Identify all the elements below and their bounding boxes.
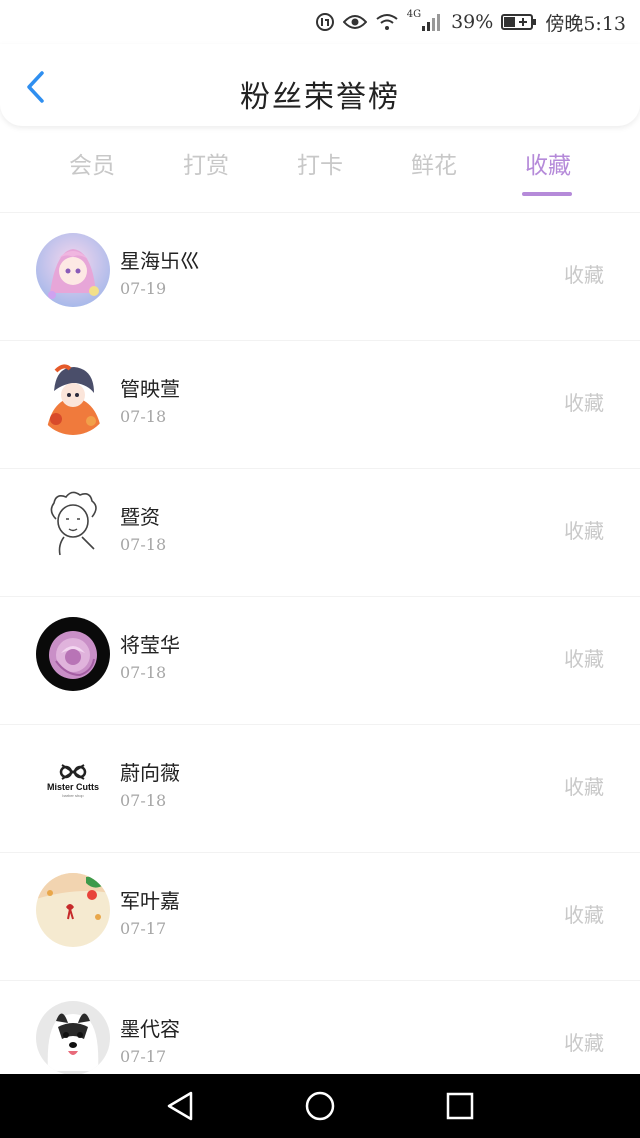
- category-tabs: 会员 打赏 打卡 鲜花 收藏: [0, 140, 640, 200]
- square-recents-icon: [446, 1092, 474, 1120]
- top-app-bar: 粉丝荣誉榜: [0, 44, 640, 126]
- list-item[interactable]: 将莹华 07-18 收藏: [0, 596, 640, 724]
- fan-date: 07-19: [120, 279, 167, 298]
- active-tab-indicator: [522, 192, 572, 196]
- avatar: [36, 873, 110, 947]
- fan-date: 07-18: [120, 535, 167, 554]
- circle-home-icon: [305, 1091, 335, 1121]
- wifi-icon: [375, 13, 399, 31]
- tab-checkin[interactable]: 打卡: [270, 146, 370, 180]
- clock-time: 傍晚5:13: [545, 12, 626, 35]
- tab-member[interactable]: 会员: [42, 146, 142, 180]
- list-item[interactable]: 管映萱 07-18 收藏: [0, 340, 640, 468]
- list-item[interactable]: Mister Cutts barber shop 蔚向薇 07-18 收藏: [0, 724, 640, 852]
- favorite-action[interactable]: 收藏: [564, 259, 604, 288]
- fan-name: 暨资: [120, 505, 160, 529]
- avatar: Mister Cutts barber shop: [36, 745, 110, 819]
- avatar: [36, 617, 110, 691]
- triangle-back-icon: [167, 1091, 193, 1121]
- fan-date: 07-17: [120, 1047, 167, 1066]
- battery-percent: 39%: [451, 11, 494, 33]
- fan-date: 07-18: [120, 663, 167, 682]
- avatar: [36, 361, 110, 435]
- nav-recents-button[interactable]: [436, 1082, 484, 1130]
- favorite-action[interactable]: 收藏: [564, 1027, 604, 1056]
- nav-home-button[interactable]: [296, 1082, 344, 1130]
- tab-favorites-label: 收藏: [525, 153, 571, 179]
- fan-name: 军叶嘉: [120, 889, 180, 913]
- page-title: 粉丝荣誉榜: [240, 80, 400, 115]
- avatar: [36, 233, 110, 307]
- favorite-action[interactable]: 收藏: [564, 643, 604, 672]
- fan-date: 07-18: [120, 791, 167, 810]
- fan-name: 蔚向薇: [120, 761, 180, 785]
- battery-icon: [501, 13, 537, 31]
- favorite-action[interactable]: 收藏: [564, 771, 604, 800]
- tab-reward[interactable]: 打赏: [156, 146, 256, 180]
- list-item[interactable]: 军叶嘉 07-17 收藏: [0, 852, 640, 980]
- eye-icon: [342, 13, 367, 31]
- fan-name: 将莹华: [120, 633, 180, 657]
- tab-favorites[interactable]: 收藏: [498, 146, 598, 196]
- avatar: [36, 1001, 110, 1075]
- signal-icon: 4G: [406, 8, 443, 32]
- fan-date: 07-17: [120, 919, 167, 938]
- favorite-action[interactable]: 收藏: [564, 515, 604, 544]
- nav-back-button[interactable]: [156, 1082, 204, 1130]
- fan-date: 07-18: [120, 407, 167, 426]
- tab-flowers[interactable]: 鲜花: [384, 146, 484, 180]
- data-saver-icon: [315, 12, 335, 32]
- fan-name: 管映萱: [120, 377, 180, 401]
- list-item[interactable]: 暨资 07-18 收藏: [0, 468, 640, 596]
- avatar: [36, 489, 110, 563]
- list-item[interactable]: 星海卐巛 07-19 收藏: [0, 212, 640, 340]
- favorite-action[interactable]: 收藏: [564, 899, 604, 928]
- fan-name: 星海卐巛: [120, 249, 200, 273]
- fan-name: 墨代容: [120, 1017, 180, 1041]
- fan-list: 星海卐巛 07-19 收藏 管映萱 07-18 收藏 暨资 07-18 收藏 将…: [0, 212, 640, 1108]
- status-bar: 4G 39% 傍晚5:13: [0, 0, 640, 44]
- mister-cutts-logo-subtext: barber shop: [62, 793, 84, 798]
- system-navigation-bar: [0, 1074, 640, 1138]
- mister-cutts-logo-text: Mister Cutts: [47, 782, 99, 792]
- favorite-action[interactable]: 收藏: [564, 387, 604, 416]
- network-type: 4G: [406, 8, 422, 20]
